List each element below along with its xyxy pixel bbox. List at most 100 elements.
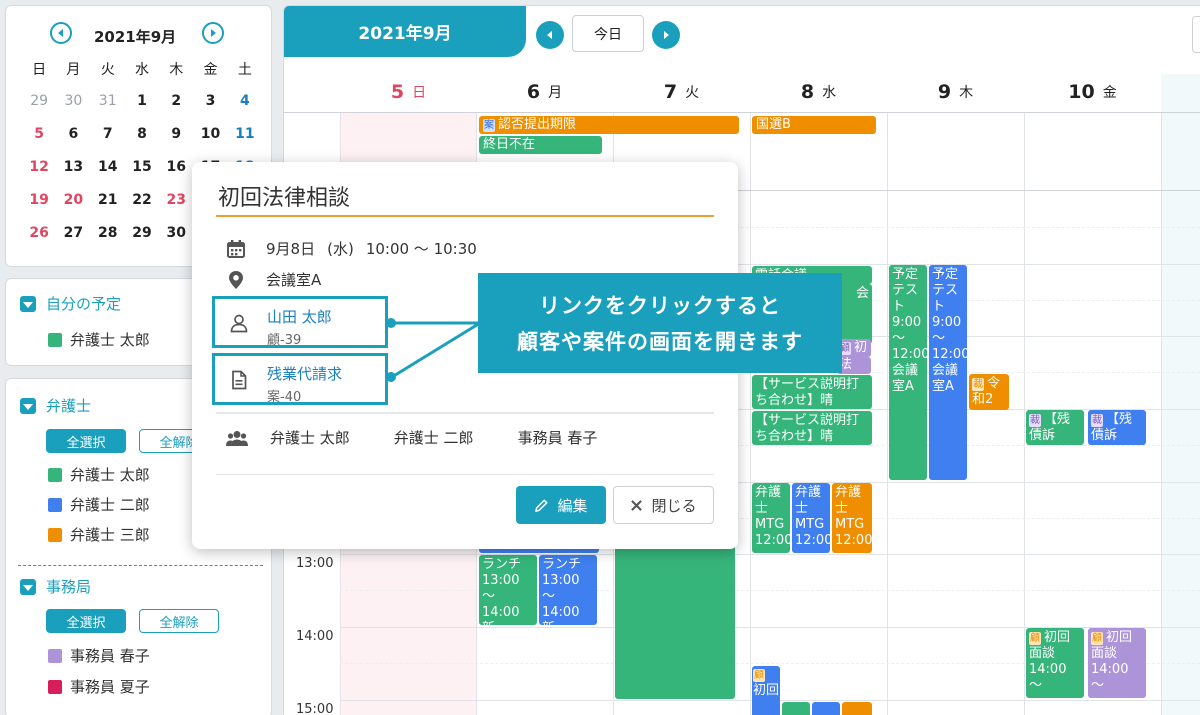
date-cell[interactable]: 29	[22, 93, 56, 109]
lawyer-select-all-button[interactable]: 全選択	[46, 429, 126, 453]
date-cell[interactable]: 1	[125, 93, 159, 109]
my-schedule-toggle[interactable]: 自分の予定	[20, 293, 121, 314]
view-switch-button[interactable]	[1192, 16, 1200, 53]
edit-button[interactable]: 編集	[516, 486, 606, 524]
calendar-event[interactable]: 裁【残債訴	[1026, 410, 1084, 445]
allday-event[interactable]: 国選B	[752, 116, 876, 134]
event-time: 10:00 〜 10:30	[365, 240, 477, 258]
date-cell[interactable]: 29	[125, 225, 159, 241]
date-cell[interactable]: 20	[56, 192, 90, 208]
calendar-event[interactable]: 裁令和2	[969, 374, 1009, 410]
calendar-event[interactable]	[842, 702, 872, 715]
date-cell[interactable]: 21	[91, 192, 125, 208]
chevron-left-icon	[58, 29, 63, 37]
date-cell[interactable]: 28	[91, 225, 125, 241]
date-cell[interactable]: 9	[159, 126, 193, 142]
next-week-button[interactable]	[652, 21, 680, 49]
calendar-event[interactable]: 【サービス説明打ち合わせ】晴	[752, 411, 872, 445]
calendar-event[interactable]: 予定テスト 9:00 〜 12:00 会議室A	[929, 265, 967, 480]
date-cell[interactable]: 30	[56, 93, 90, 109]
date-cell[interactable]: 19	[22, 192, 56, 208]
week-row: 5 6 7 8 9 10 11	[22, 117, 262, 150]
day-weekday: 月	[548, 85, 563, 101]
member-item[interactable]: 事務員 春子	[48, 645, 150, 666]
collapse-triangle-icon	[20, 397, 36, 414]
day-header-thu[interactable]: 9 木	[887, 74, 1024, 110]
day-header-fri[interactable]: 10 金	[1024, 74, 1161, 110]
calendar-event[interactable]: 顧初	[837, 339, 871, 357]
case-name-link[interactable]: 残業代請求	[267, 363, 342, 384]
calendar-event[interactable]	[812, 702, 840, 715]
today-button[interactable]: 今日	[572, 15, 644, 52]
date-cell[interactable]: 16	[159, 159, 193, 175]
attendee-name: 事務員 春子	[517, 429, 598, 447]
calendar-event[interactable]: 顧初回	[752, 666, 780, 715]
day-number: 9	[937, 81, 952, 103]
member-item[interactable]: 弁護士 二郎	[48, 494, 150, 515]
calendar-event[interactable]: 弁護士 MTG 12:00	[792, 483, 830, 553]
date-cell[interactable]: 2	[159, 93, 193, 109]
office-group-toggle[interactable]: 事務局	[20, 576, 91, 597]
day-header-tue[interactable]: 7 火	[613, 74, 750, 110]
calendar-event[interactable]	[782, 702, 810, 715]
allday-event[interactable]: 終日不在	[479, 136, 602, 154]
date-cell[interactable]: 23	[159, 192, 193, 208]
office-deselect-all-button[interactable]: 全解除	[139, 609, 219, 633]
member-item[interactable]: 弁護士 太郎	[48, 464, 150, 485]
date-cell[interactable]: 11	[228, 126, 262, 142]
mini-next-month-button[interactable]	[202, 22, 224, 44]
close-button[interactable]: 閉じる	[613, 486, 714, 524]
member-name: 弁護士 二郎	[70, 496, 150, 514]
color-swatch	[48, 648, 62, 663]
date-cell[interactable]: 6	[56, 126, 90, 142]
date-cell[interactable]: 10	[193, 126, 227, 142]
date-cell[interactable]: 31	[91, 93, 125, 109]
calendar-event[interactable]: 裁【残債訴	[1088, 410, 1146, 445]
office-select-all-button[interactable]: 全選択	[46, 609, 126, 633]
date-cell[interactable]: 30	[159, 225, 193, 241]
date-cell[interactable]: 3	[193, 93, 227, 109]
event-tag: 裁	[972, 378, 984, 391]
date-cell[interactable]: 12	[22, 159, 56, 175]
date-cell[interactable]: 4	[228, 93, 262, 109]
client-link[interactable]: 山田 太郎 顧-39	[212, 296, 388, 348]
day-header-wed[interactable]: 8 水	[750, 74, 887, 110]
date-cell[interactable]: 5	[22, 126, 56, 142]
case-link[interactable]: 残業代請求 案-40	[212, 353, 388, 405]
member-item[interactable]: 弁護士 太郎	[48, 329, 150, 350]
event-date: 9月8日	[266, 240, 316, 258]
calendar-event[interactable]: 予定テスト 9:00 〜 12:00 会議室A	[889, 265, 927, 480]
date-cell[interactable]: 13	[56, 159, 90, 175]
member-item[interactable]: 弁護士 三郎	[48, 524, 150, 545]
calendar-event[interactable]: ランチ 13:00 〜 14:00 新	[479, 555, 537, 625]
date-cell[interactable]: 26	[22, 225, 56, 241]
calendar-event[interactable]: 法	[837, 357, 871, 374]
member-item[interactable]: 事務員 夏子	[48, 676, 150, 697]
date-cell[interactable]: 22	[125, 192, 159, 208]
date-cell[interactable]: 8	[125, 126, 159, 142]
prev-week-button[interactable]	[536, 21, 564, 49]
date-cell[interactable]: 15	[125, 159, 159, 175]
calendar-event[interactable]: 顧初回面談 14:00 〜	[1088, 628, 1146, 698]
date-cell[interactable]: 27	[56, 225, 90, 241]
date-cell[interactable]: 7	[91, 126, 125, 142]
calendar-event[interactable]: 顧初回面談 14:00 〜	[1026, 628, 1084, 698]
calendar-event[interactable]: 弁護士 MTG 12:00	[832, 483, 872, 553]
date-cell[interactable]: 14	[91, 159, 125, 175]
group-title: 弁護士	[46, 397, 92, 415]
lawyer-group-toggle[interactable]: 弁護士	[20, 395, 91, 416]
calendar-event[interactable]: 弁護士 MTG 12:00	[752, 483, 790, 553]
event-location: 会議室A	[266, 271, 322, 289]
saturday-column-bg	[1161, 74, 1200, 715]
attendee-name: 弁護士 二郎	[393, 429, 474, 447]
day-header-sun[interactable]: 5 日	[341, 74, 476, 110]
mini-prev-month-button[interactable]	[50, 22, 72, 44]
calendar-event[interactable]	[615, 541, 735, 699]
allday-event[interactable]: 案認否提出期限	[479, 116, 739, 134]
day-header-mon[interactable]: 6 月	[476, 74, 613, 110]
calendar-event[interactable]: 【サービス説明打ち合わせ】晴	[752, 375, 872, 409]
calendar-event[interactable]: ランチ 13:00 〜 14:00 新	[539, 555, 597, 625]
client-name-link[interactable]: 山田 太郎	[267, 306, 332, 327]
group-icon	[226, 430, 248, 446]
day-weekday: 日	[412, 85, 427, 101]
